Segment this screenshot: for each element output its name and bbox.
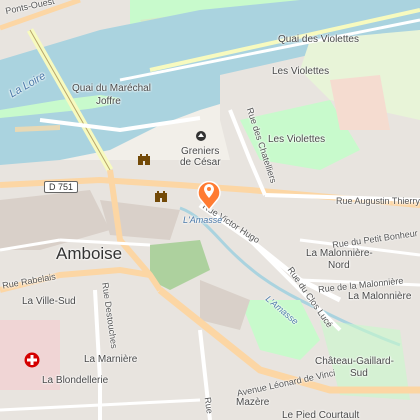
label-rue-partial: Rue: [202, 396, 215, 415]
hospital-icon[interactable]: [24, 352, 40, 368]
label-mazere: Mazère: [236, 397, 270, 408]
label-amboise: Amboise: [56, 244, 123, 263]
label-la-ville-sud: La Ville-Sud: [22, 296, 76, 307]
label-les-violettes-top: Les Violettes: [272, 66, 330, 77]
label-malonniere-nord-2: Nord: [328, 260, 350, 271]
location-marker-icon[interactable]: [196, 177, 222, 211]
label-quai-violettes: Quai des Violettes: [278, 34, 359, 45]
label-malonniere-nord-1: La Malonnière-: [306, 248, 373, 259]
label-la-malonniere: La Malonnière: [348, 291, 412, 302]
label-amasse-1: L'Amasse: [183, 215, 223, 225]
label-rue-augustin-thierry: Rue Augustin Thierry: [336, 196, 420, 206]
label-la-marniere: La Marnière: [84, 354, 138, 365]
label-joffre: Joffre: [96, 96, 121, 107]
label-les-violettes-mid: Les Violettes: [268, 134, 326, 145]
castle-icon[interactable]: [154, 189, 168, 203]
road-shield-d751: D 751: [44, 181, 79, 193]
label-la-blondellerie: La Blondellerie: [42, 375, 109, 386]
label-chateau-gaillard-1: Château-Gaillard-: [315, 356, 394, 367]
label-quai-marechal: Quai du Maréchal: [72, 83, 151, 94]
label-le-pied-courtault: Le Pied Courtault: [282, 410, 360, 420]
castle-icon[interactable]: [137, 152, 151, 166]
viewpoint-icon[interactable]: [195, 130, 207, 142]
label-chateau-gaillard-2: Sud: [350, 368, 368, 379]
label-greniers: Greniers: [181, 146, 220, 157]
label-de-cesar: de César: [180, 157, 221, 168]
map-canvas[interactable]: Ponts-Ouest La Loire Quai des Violettes …: [0, 0, 420, 420]
